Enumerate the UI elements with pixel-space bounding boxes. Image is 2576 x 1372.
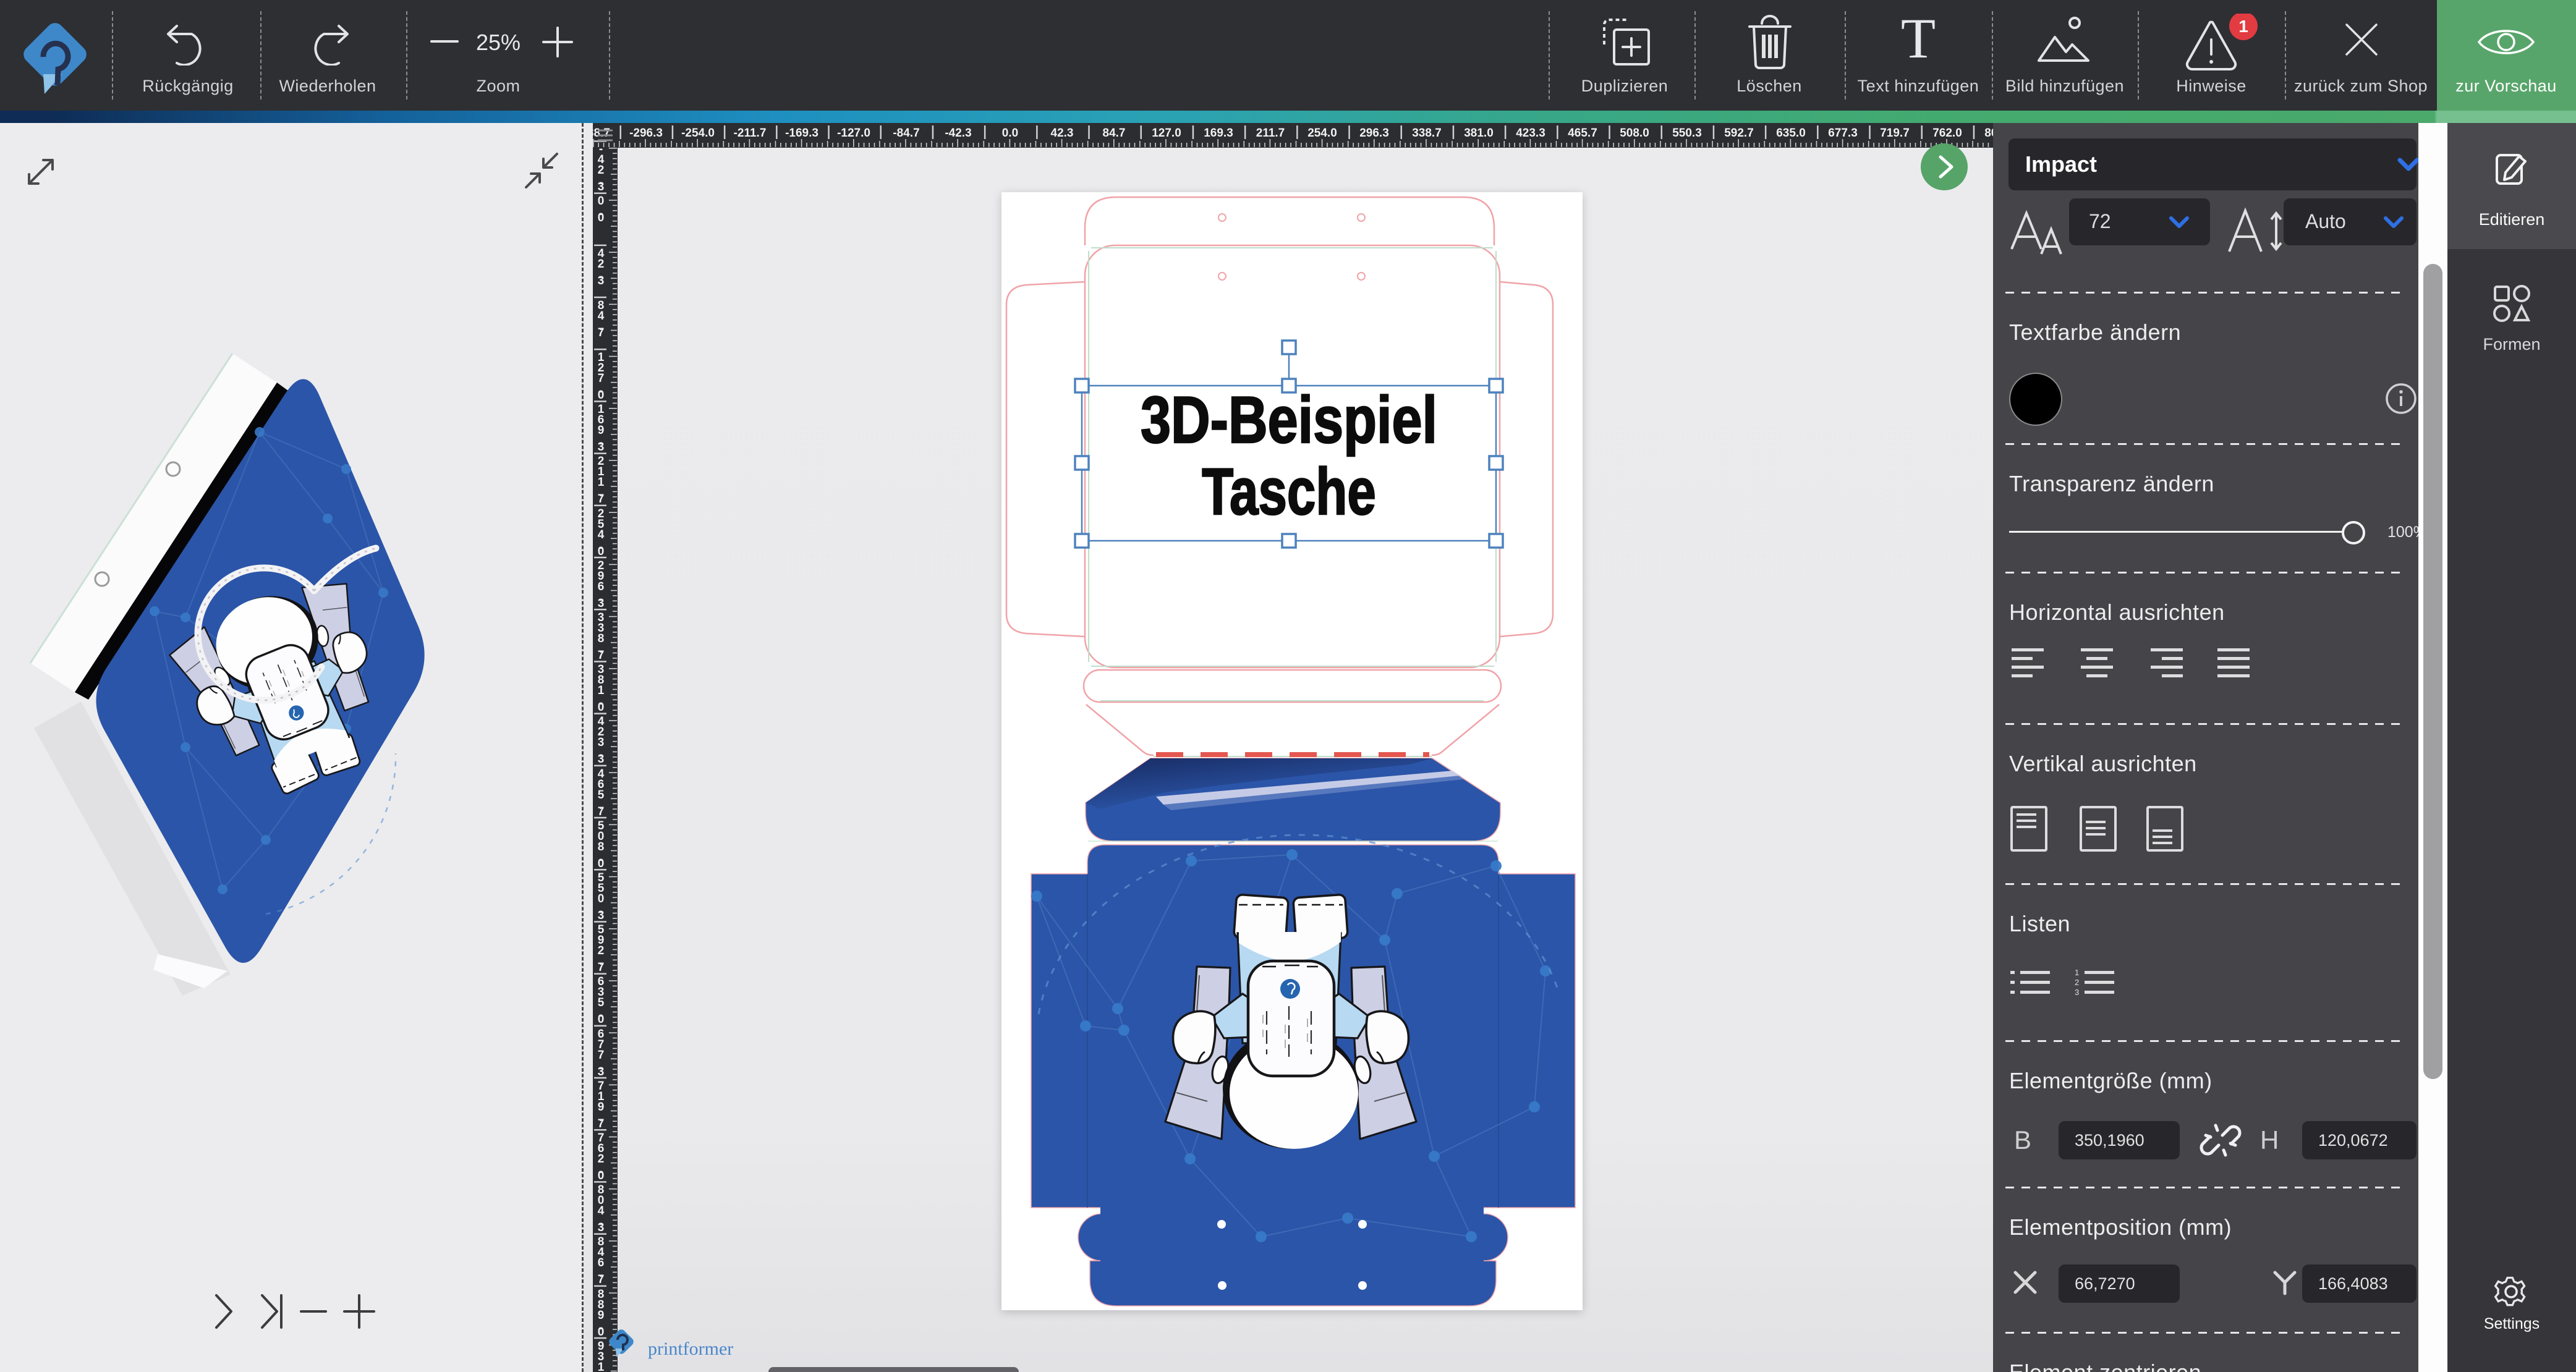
svg-text:3: 3 — [598, 1065, 605, 1078]
svg-text:-296.3: -296.3 — [629, 127, 663, 140]
svg-text:7: 7 — [598, 649, 605, 662]
svg-text:0: 0 — [598, 857, 605, 870]
svg-text:42.3: 42.3 — [1051, 127, 1074, 140]
svg-text:0.0: 0.0 — [1002, 127, 1018, 140]
svg-text:423.3: 423.3 — [1516, 127, 1545, 140]
svg-text:296.3: 296.3 — [1359, 127, 1389, 140]
svg-text:0: 0 — [598, 701, 605, 714]
svg-text:211.7: 211.7 — [1256, 127, 1285, 140]
svg-text:-84.7: -84.7 — [893, 127, 919, 140]
svg-text:printformer: printformer — [648, 1339, 733, 1359]
svg-text:7: 7 — [598, 1117, 605, 1130]
svg-text:-211.7: -211.7 — [734, 127, 767, 140]
svg-text:550.3: 550.3 — [1672, 127, 1702, 140]
svg-text:762.0: 762.0 — [1932, 127, 1962, 140]
svg-text:381.0: 381.0 — [1464, 127, 1494, 140]
svg-text:3: 3 — [598, 909, 605, 922]
svg-text:-254.0: -254.0 — [681, 127, 715, 140]
svg-text:719.7: 719.7 — [1880, 127, 1910, 140]
svg-text:3: 3 — [598, 753, 605, 766]
svg-text:3: 3 — [598, 1221, 605, 1234]
svg-text:0: 0 — [598, 389, 605, 402]
svg-text:254.0: 254.0 — [1307, 127, 1337, 140]
svg-text:635.0: 635.0 — [1776, 127, 1806, 140]
svg-text:3: 3 — [598, 597, 605, 610]
svg-text:677.3: 677.3 — [1828, 127, 1858, 140]
svg-text:7: 7 — [598, 493, 605, 506]
svg-text:508.0: 508.0 — [1620, 127, 1649, 140]
svg-text:7: 7 — [598, 326, 605, 339]
svg-text:7: 7 — [598, 1273, 605, 1286]
svg-text:3: 3 — [598, 274, 605, 287]
svg-text:-127.0: -127.0 — [837, 127, 870, 140]
svg-text:0: 0 — [598, 545, 605, 558]
svg-text:592.7: 592.7 — [1724, 127, 1754, 140]
svg-text:465.7: 465.7 — [1568, 127, 1597, 140]
svg-text:-169.3: -169.3 — [785, 127, 818, 140]
svg-text:1: 1 — [2238, 17, 2248, 36]
svg-text:-338.7: -338.7 — [593, 127, 610, 140]
svg-text:0: 0 — [598, 211, 605, 224]
svg-text:0: 0 — [598, 1169, 605, 1182]
svg-text:7: 7 — [598, 805, 605, 818]
svg-text:804.3: 804.3 — [1984, 127, 1993, 140]
svg-text:127.0: 127.0 — [1152, 127, 1181, 140]
svg-text:169.3: 169.3 — [1204, 127, 1233, 140]
svg-text:3: 3 — [598, 180, 605, 193]
svg-text:-42.3: -42.3 — [945, 127, 971, 140]
svg-text:0: 0 — [598, 1013, 605, 1026]
svg-text:3: 3 — [598, 441, 605, 454]
svg-text:338.7: 338.7 — [1412, 127, 1442, 140]
svg-text:84.7: 84.7 — [1103, 127, 1126, 140]
svg-text:7: 7 — [598, 961, 605, 974]
